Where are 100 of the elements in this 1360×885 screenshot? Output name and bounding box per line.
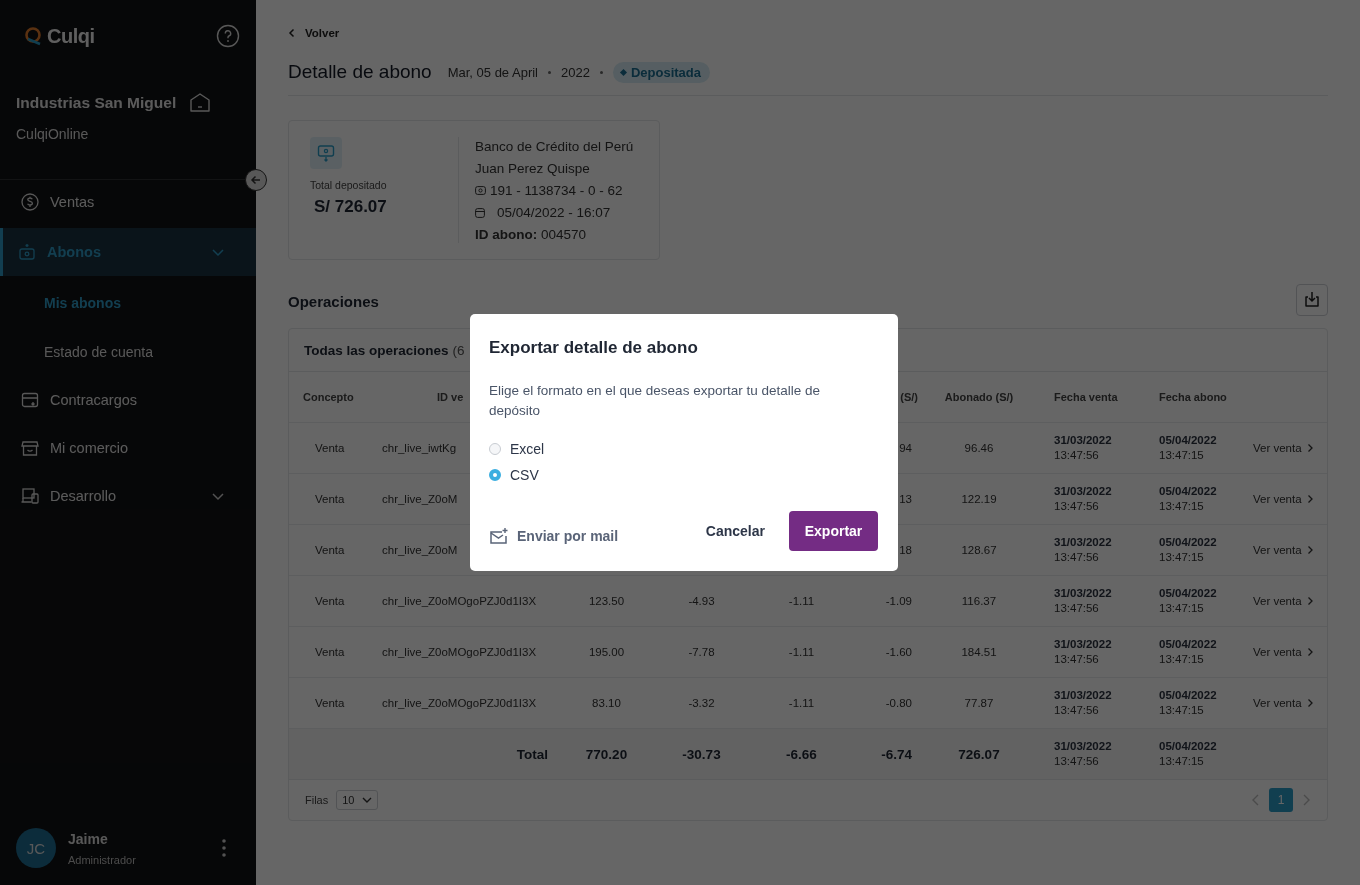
back-link[interactable]: Volver bbox=[288, 27, 340, 39]
more-icon[interactable] bbox=[221, 838, 227, 858]
total-cell: -30.73 bbox=[682, 746, 721, 762]
view-sale-link[interactable]: Ver venta bbox=[1253, 544, 1314, 556]
table-cell: Venta bbox=[315, 493, 345, 505]
export-button[interactable]: Exportar bbox=[789, 511, 878, 551]
arrow-left-icon bbox=[250, 174, 262, 186]
total-cell: -6.74 bbox=[881, 746, 912, 762]
total-label: Total depositado bbox=[310, 179, 388, 191]
rows-label: Filas bbox=[305, 794, 329, 806]
chevron-right-icon bbox=[1305, 596, 1314, 606]
bank-name: Banco de Crédito del Perú bbox=[475, 138, 634, 156]
section-title: Operaciones bbox=[288, 292, 379, 310]
table-cell: -4.93 bbox=[688, 595, 715, 607]
table-cell: 123.50 bbox=[588, 595, 625, 607]
send-mail-link[interactable]: Enviar por mail bbox=[489, 528, 619, 544]
table-cell: Venta bbox=[315, 442, 345, 454]
business-name: Industrias San Miguel bbox=[16, 94, 177, 112]
total-cell: -6.66 bbox=[786, 746, 817, 762]
next-page-icon[interactable] bbox=[1301, 793, 1311, 807]
radio-button[interactable] bbox=[489, 469, 501, 481]
help-icon[interactable] bbox=[216, 24, 240, 48]
chevron-left-icon bbox=[288, 28, 296, 38]
cash-icon bbox=[475, 186, 486, 195]
view-sale-link[interactable]: Ver venta bbox=[1253, 442, 1314, 454]
deposit-date-cell: 05/04/2022 13:47:15 bbox=[1159, 739, 1217, 769]
deposit-icon bbox=[310, 137, 342, 169]
page-button[interactable]: 1 bbox=[1269, 788, 1293, 812]
table-cell: Venta bbox=[315, 595, 345, 607]
table-cell: 96.46 bbox=[964, 442, 994, 454]
radio-button[interactable] bbox=[489, 443, 501, 455]
table-cell: 94 bbox=[899, 442, 912, 454]
table-cell: chr_live_Z0oM bbox=[382, 493, 458, 505]
separator-dot bbox=[548, 70, 551, 74]
table-cell: chr_live_Z0oMOgoPZJ0d1I3X bbox=[382, 697, 537, 709]
table-cell: -3.32 bbox=[688, 697, 715, 709]
nav-item[interactable]: Desarrollo bbox=[0, 472, 256, 520]
deposit-date: Mar, 05 de April bbox=[447, 64, 538, 80]
table-cell: Venta bbox=[315, 697, 345, 709]
total-cell: Total bbox=[516, 746, 548, 762]
table-cell: Venta bbox=[315, 646, 345, 658]
chevron-right-icon bbox=[1305, 698, 1314, 708]
dialog-text: Elige el formato en el que deseas exportar tu detalle de depósito bbox=[489, 382, 821, 420]
column-header: Fecha venta bbox=[1054, 391, 1118, 403]
deposit-year: 2022 bbox=[561, 64, 590, 80]
table-cell: 195.00 bbox=[588, 646, 625, 658]
table-cell: 122.19 bbox=[961, 493, 997, 505]
table-cell: chr_live_iwtKg bbox=[382, 442, 457, 454]
submenu-item[interactable]: Mis abonos bbox=[0, 278, 256, 327]
submenu-item[interactable]: Estado de cuenta bbox=[0, 327, 256, 376]
view-sale-link[interactable]: Ver venta bbox=[1253, 697, 1314, 709]
column-header: Fecha abono bbox=[1159, 391, 1227, 403]
column-header: (S/) bbox=[900, 391, 918, 403]
view-sale-link[interactable]: Ver venta bbox=[1253, 595, 1314, 607]
table-cell: 77.87 bbox=[964, 697, 994, 709]
column-header: Abonado (S/) bbox=[944, 391, 1014, 403]
deposit-datetime: 05/04/2022 - 16:07 bbox=[497, 204, 611, 222]
download-button[interactable] bbox=[1296, 284, 1328, 316]
page-title: Detalle de abono bbox=[288, 61, 432, 83]
view-sale-link[interactable]: Ver venta bbox=[1253, 646, 1314, 658]
total-amount: S/ 726.07 bbox=[314, 197, 388, 217]
dialog-title: Exportar detalle de abono bbox=[489, 338, 699, 358]
table-cell: 13 bbox=[899, 493, 912, 505]
store-icon[interactable] bbox=[188, 91, 213, 115]
table-cell: 128.67 bbox=[961, 544, 997, 556]
option-label: Excel bbox=[510, 441, 545, 457]
nav-item[interactable]: Contracargos bbox=[0, 376, 256, 424]
sale-date-cell: 31/03/2022 13:47:56 bbox=[1054, 637, 1112, 667]
table-cell: -1.11 bbox=[788, 646, 815, 658]
table-cell: 184.51 bbox=[961, 646, 997, 658]
sale-date-cell: 31/03/2022 13:47:56 bbox=[1054, 535, 1112, 565]
table-cell: chr_live_Z0oMOgoPZJ0d1I3X bbox=[382, 646, 537, 658]
download-icon bbox=[1302, 290, 1322, 310]
table-cell: -1.11 bbox=[788, 697, 815, 709]
collapse-button[interactable] bbox=[245, 169, 267, 191]
previous-page-icon[interactable] bbox=[1251, 793, 1261, 807]
rows-select[interactable]: 10 bbox=[336, 790, 379, 810]
deposit-date-cell: 05/04/2022 13:47:15 bbox=[1159, 433, 1217, 463]
table-cell: chr_live_Z0oMOgoPZJ0d1I3X bbox=[382, 595, 537, 607]
shop-icon bbox=[20, 438, 40, 458]
deposit-date-cell: 05/04/2022 13:47:15 bbox=[1159, 688, 1217, 718]
status-badge: Depositada bbox=[612, 61, 710, 83]
devices-icon bbox=[20, 486, 40, 506]
logo-text: Culqi bbox=[47, 24, 95, 48]
deposit-date-cell: 05/04/2022 13:47:15 bbox=[1159, 484, 1217, 514]
table-cell: 83.10 bbox=[592, 697, 621, 709]
sale-date-cell: 31/03/2022 13:47:56 bbox=[1054, 484, 1112, 514]
deposit-date-cell: 05/04/2022 13:47:15 bbox=[1159, 535, 1217, 565]
deposit-id: ID abono: 004570 bbox=[475, 226, 588, 244]
total-cell: 770.20 bbox=[585, 746, 628, 762]
account-number: 191 - 1138734 - 0 - 62 bbox=[490, 182, 623, 200]
view-sale-link[interactable]: Ver venta bbox=[1253, 493, 1314, 505]
cancel-button[interactable]: Cancelar bbox=[693, 523, 777, 539]
sale-date-cell: 31/03/2022 13:47:56 bbox=[1054, 739, 1112, 769]
table-count: (6 bbox=[452, 342, 465, 358]
separator-dot bbox=[599, 70, 603, 74]
table-cell: chr_live_Z0oM bbox=[382, 544, 458, 556]
nav-item[interactable]: Mi comercio bbox=[0, 424, 256, 472]
table-cell: 18 bbox=[899, 544, 912, 556]
column-header: ID ve bbox=[437, 391, 464, 403]
